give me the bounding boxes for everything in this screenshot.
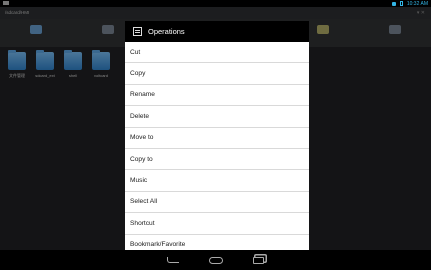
menu-item-delete[interactable]: Delete	[125, 106, 309, 128]
status-time: 10:32 AM	[406, 0, 428, 7]
status-bar: 10:32 AM	[0, 0, 431, 7]
battery-icon	[399, 1, 403, 6]
menu-item-copy-to[interactable]: Copy to	[125, 149, 309, 171]
list-icon	[133, 27, 142, 36]
menu-item-rename[interactable]: Rename	[125, 85, 309, 107]
dialog-title: Operations	[148, 27, 185, 36]
wifi-icon	[391, 1, 396, 6]
menu-item-select-all[interactable]: Select All	[125, 192, 309, 214]
navigation-bar	[0, 250, 431, 270]
back-icon[interactable]	[167, 257, 179, 263]
menu-item-copy[interactable]: Copy	[125, 63, 309, 85]
menu-item-bookmark[interactable]: Bookmark/Favorite	[125, 235, 309, 250]
notification-icon	[3, 1, 9, 5]
menu-item-move-to[interactable]: Move to	[125, 128, 309, 149]
menu-item-shortcut[interactable]: Shortcut	[125, 213, 309, 235]
home-icon[interactable]	[209, 256, 223, 264]
menu-item-music[interactable]: Music	[125, 170, 309, 192]
dialog-header: Operations	[125, 21, 309, 42]
recent-apps-icon[interactable]	[253, 256, 264, 264]
operations-dialog: Operations Cut Copy Rename Delete Move t…	[125, 21, 309, 250]
status-right: 10:32 AM	[391, 0, 428, 7]
menu-item-cut[interactable]: Cut	[125, 42, 309, 64]
